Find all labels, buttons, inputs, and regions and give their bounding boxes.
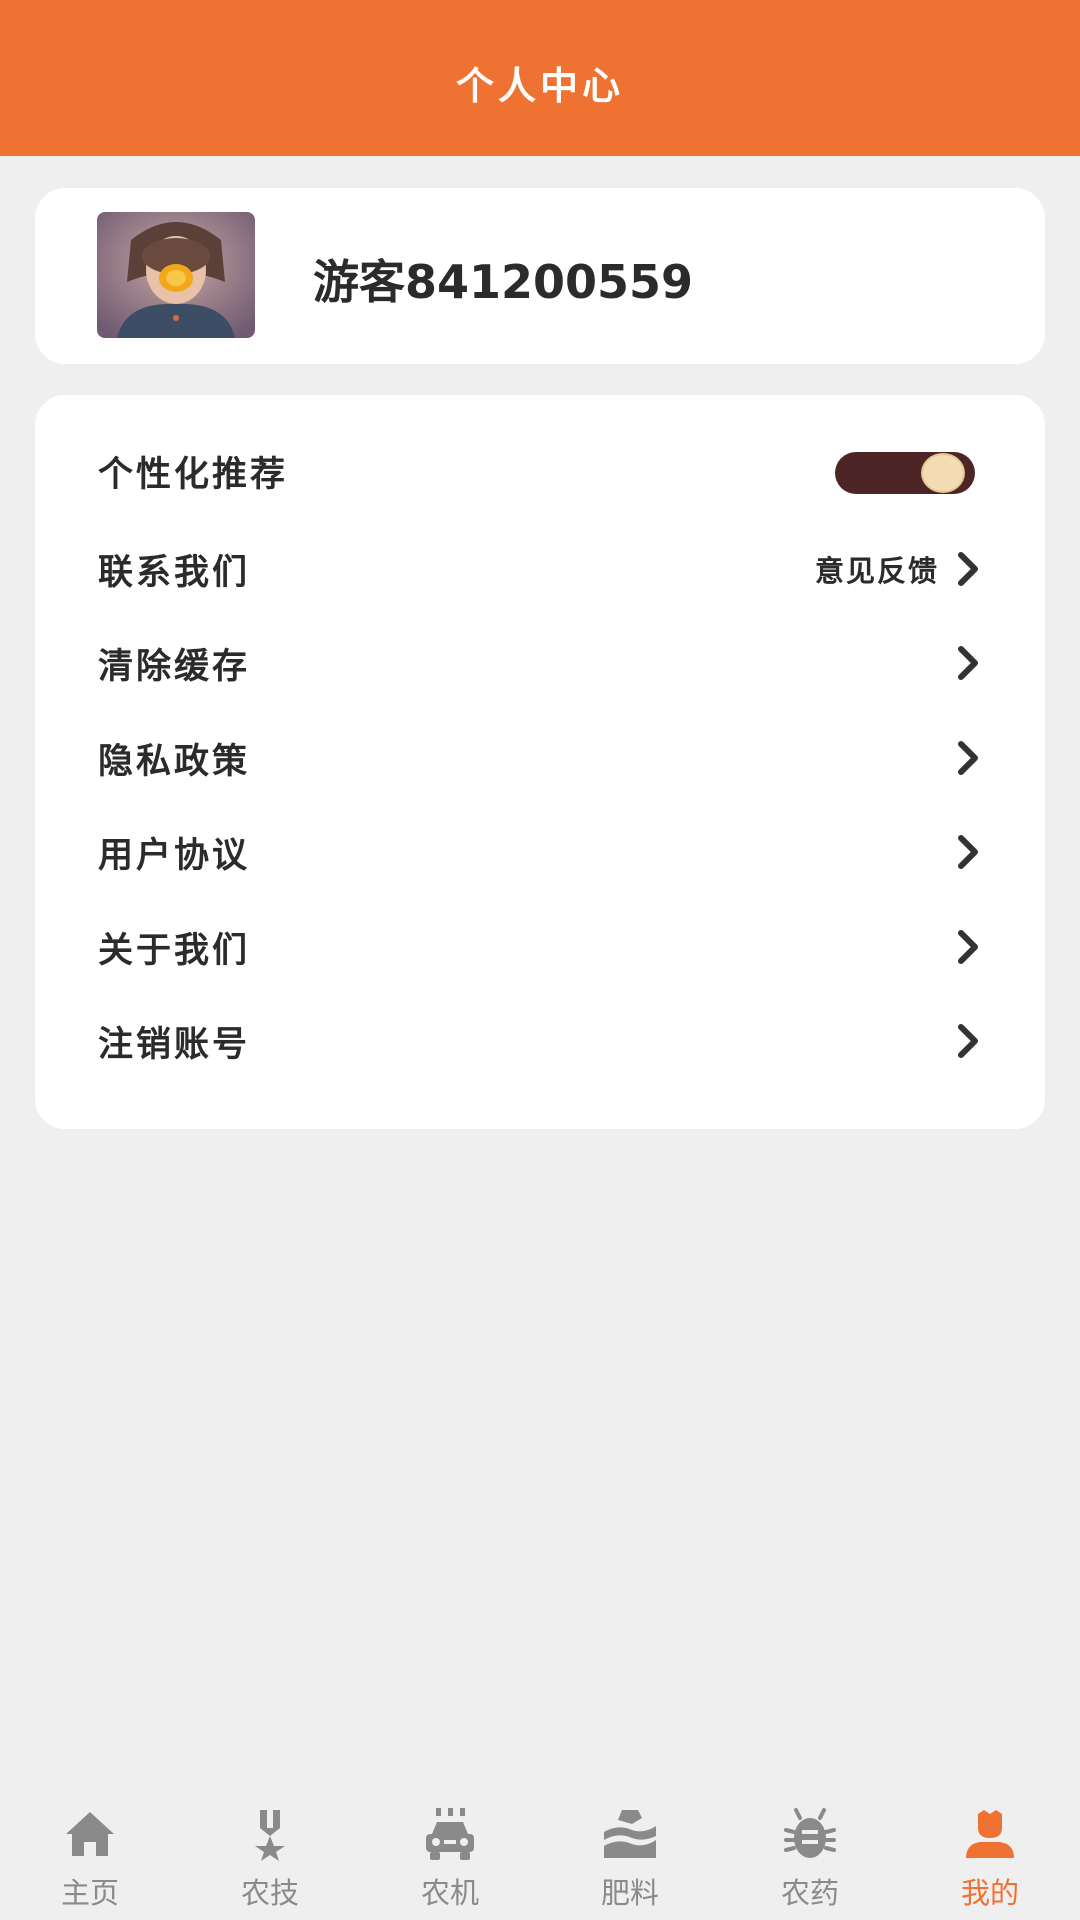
menu-item-about[interactable]: 关于我们 <box>35 907 1045 987</box>
chevron-right-icon <box>958 1024 978 1058</box>
user-icon <box>966 1810 1014 1858</box>
menu-item-clear-cache[interactable]: 清除缓存 <box>35 623 1045 703</box>
menu-item-contact[interactable]: 联系我们 意见反馈 <box>35 529 1045 609</box>
home-icon <box>66 1812 114 1856</box>
settings-menu: 个性化推荐 联系我们 意见反馈 清除缓存 隐私政策 用户协议 关于我们 注销账号 <box>35 395 1045 1129</box>
username: 游客841200559 <box>313 255 694 309</box>
chevron-right-icon <box>958 835 978 869</box>
avatar[interactable] <box>97 212 255 338</box>
tab-label: 我的 <box>960 1876 1019 1910</box>
bottom-tab-bar: 主页 农技 农机 肥料 农药 我的 <box>0 1790 1080 1920</box>
tab-label: 肥料 <box>600 1876 659 1910</box>
tab-machinery[interactable]: 农机 <box>360 1790 540 1920</box>
chevron-right-icon <box>958 741 978 775</box>
page-title: 个人中心 <box>455 63 624 108</box>
chevron-right-icon <box>958 646 978 680</box>
menu-item-label: 用户协议 <box>98 835 251 876</box>
menu-item-label: 注销账号 <box>98 1024 251 1065</box>
app-header: 个人中心 <box>0 0 1080 156</box>
menu-item-label: 清除缓存 <box>98 646 251 687</box>
menu-item-label: 联系我们 <box>98 552 251 593</box>
menu-item-label: 关于我们 <box>98 930 251 971</box>
medal-icon <box>255 1810 285 1861</box>
menu-item-delete-account[interactable]: 注销账号 <box>35 1001 1045 1081</box>
bug-icon <box>784 1808 836 1858</box>
tab-pesticide[interactable]: 农药 <box>720 1790 900 1920</box>
personalized-toggle[interactable] <box>835 452 975 494</box>
tab-label: 主页 <box>60 1876 119 1910</box>
fertilizer-icon <box>604 1810 656 1858</box>
tab-label: 农技 <box>240 1876 299 1910</box>
tab-label: 农机 <box>420 1876 479 1910</box>
tab-home[interactable]: 主页 <box>0 1790 180 1920</box>
car-icon <box>426 1808 474 1860</box>
toggle-knob <box>921 453 965 493</box>
chevron-right-icon <box>958 930 978 964</box>
tab-mine[interactable]: 我的 <box>900 1790 1080 1920</box>
menu-item-label: 隐私政策 <box>98 741 251 782</box>
tab-label: 农药 <box>780 1876 839 1910</box>
chevron-right-icon <box>958 552 978 586</box>
tab-agri-tech[interactable]: 农技 <box>180 1790 360 1920</box>
avatar-image <box>97 212 255 338</box>
menu-item-privacy[interactable]: 隐私政策 <box>35 718 1045 798</box>
tab-fertilizer[interactable]: 肥料 <box>540 1790 720 1920</box>
feedback-link[interactable]: 意见反馈 <box>815 548 939 590</box>
menu-item-agreement[interactable]: 用户协议 <box>35 812 1045 892</box>
profile-card[interactable]: 游客841200559 <box>35 188 1045 364</box>
